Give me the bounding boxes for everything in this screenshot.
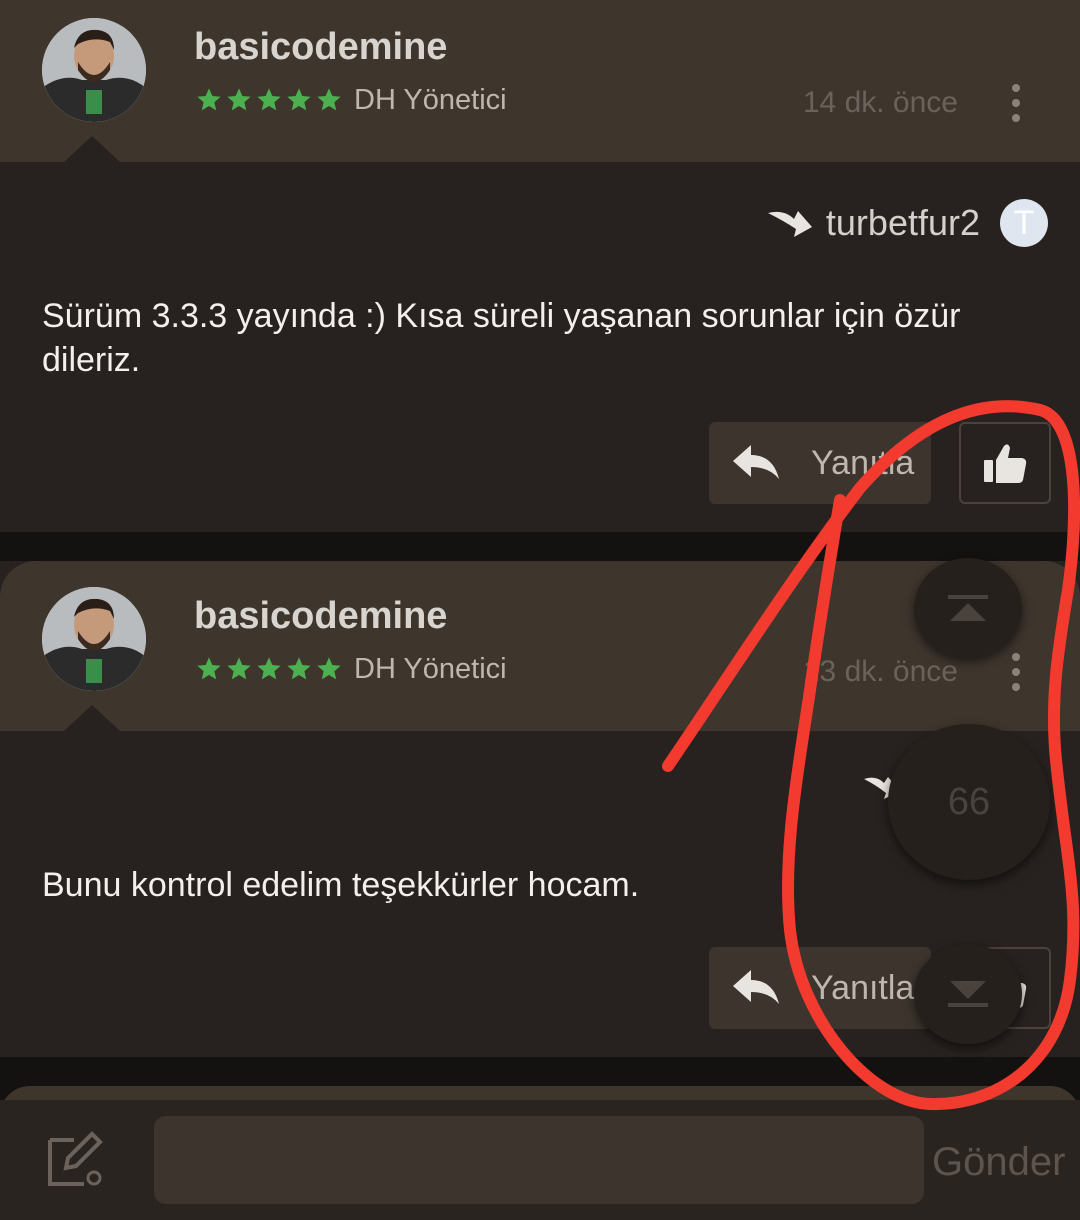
star-icon <box>197 657 221 680</box>
message-input[interactable] <box>154 1116 924 1204</box>
quote-arrow-icon <box>767 211 812 237</box>
quoted-username: turbetfur2 <box>825 202 980 243</box>
scroll-bottom-button[interactable] <box>914 944 1022 1044</box>
send-button[interactable]: Gönder <box>932 1140 1065 1185</box>
reply-icon <box>733 445 779 479</box>
post-header: basicodemine DH Yönetici 14 dk. önce <box>0 0 1080 162</box>
scroll-top-icon <box>948 595 988 621</box>
post-time: 14 dk. önce <box>802 86 958 119</box>
header-notch <box>64 136 120 162</box>
scroll-top-button[interactable] <box>914 558 1022 658</box>
rating-stars <box>195 655 343 683</box>
avatar[interactable] <box>42 587 146 691</box>
star-icon <box>287 657 311 680</box>
reply-icon <box>733 970 779 1004</box>
post-body: Sürüm 3.3.3 yayında :) Kısa süreli yaşan… <box>42 297 961 379</box>
reply-button[interactable]: Yanıtla <box>709 422 931 504</box>
avatar-image <box>42 18 146 122</box>
username[interactable]: basicodemine <box>194 595 447 638</box>
post-body: Bunu kontrol edelim teşekkürler hocam. <box>42 866 640 904</box>
reply-label: Yanıtla <box>811 443 915 482</box>
star-icon <box>287 88 311 111</box>
quoted-user[interactable]: turbetfur2 T <box>766 196 1048 250</box>
post-time: 13 dk. önce <box>802 655 958 688</box>
scroll-bottom-icon <box>948 981 988 1007</box>
star-icon <box>317 88 341 111</box>
star-icon <box>227 88 251 111</box>
star-icon <box>257 657 281 680</box>
edit-settings-icon[interactable] <box>44 1128 108 1192</box>
header-notch <box>64 705 120 731</box>
like-button[interactable] <box>959 422 1051 504</box>
post-1: basicodemine DH Yönetici 14 dk. önce tur… <box>0 0 1080 532</box>
more-options-icon[interactable] <box>1008 84 1024 122</box>
username[interactable]: basicodemine <box>194 26 447 69</box>
post-count: 66 <box>947 780 991 823</box>
avatar[interactable] <box>42 18 146 122</box>
post-count-button[interactable]: 66 <box>888 724 1050 880</box>
quoted-user-avatar: T <box>1000 199 1048 247</box>
more-options-icon[interactable] <box>1008 653 1024 691</box>
star-icon <box>227 657 251 680</box>
star-icon <box>197 88 221 111</box>
thumbs-up-icon <box>984 444 1027 483</box>
star-icon <box>257 88 281 111</box>
reply-label: Yanıtla <box>811 968 915 1007</box>
user-role: DH Yönetici <box>354 653 507 685</box>
reply-button[interactable]: Yanıtla <box>709 947 931 1029</box>
user-role: DH Yönetici <box>354 84 507 116</box>
rating-stars <box>195 86 343 114</box>
star-icon <box>317 657 341 680</box>
avatar-image <box>42 587 146 691</box>
